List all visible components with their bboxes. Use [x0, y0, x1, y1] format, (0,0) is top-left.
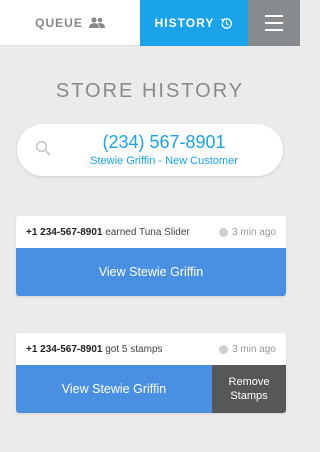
event-text: +1 234-567-8901 earned Tuna Slider [26, 227, 190, 238]
event-time: 3 min ago [219, 344, 276, 355]
search-customer: Stewie Griffin - New Customer [90, 155, 238, 167]
card-header: +1 234-567-8901 earned Tuna Slider 3 min… [16, 216, 286, 248]
clock-dot-icon [219, 227, 229, 237]
remove-stamps-button[interactable]: Remove Stamps [212, 365, 286, 413]
clock-dot-icon [219, 344, 229, 354]
event-action: earned Tuna Slider [105, 226, 190, 238]
tab-queue[interactable]: QUEUE [0, 0, 140, 46]
customer-search[interactable]: (234) 567-8901 Stewie Griffin - New Cust… [17, 124, 283, 176]
view-customer-button[interactable]: View Stewie Griffin [16, 248, 286, 296]
event-action: got 5 stamps [105, 343, 163, 355]
hamburger-icon [265, 15, 283, 17]
history-clock-icon [220, 17, 233, 30]
card-actions: View Stewie Griffin Remove Stamps [16, 365, 286, 413]
event-text: +1 234-567-8901 got 5 stamps [26, 344, 163, 355]
tab-queue-label: QUEUE [35, 15, 83, 30]
page-title: STORE HISTORY [55, 80, 245, 102]
search-phone: (234) 567-8901 [102, 132, 226, 152]
menu-button[interactable] [248, 0, 300, 46]
event-time-label: 3 min ago [232, 343, 276, 355]
card-header: +1 234-567-8901 got 5 stamps 3 min ago [16, 333, 286, 365]
people-icon [88, 16, 105, 29]
tab-history-label: HISTORY [154, 16, 215, 30]
history-card: +1 234-567-8901 got 5 stamps 3 min ago V… [16, 333, 286, 413]
view-customer-button[interactable]: View Stewie Griffin [16, 365, 212, 413]
event-phone: +1 234-567-8901 [26, 226, 103, 238]
top-nav: QUEUE HISTORY [0, 0, 300, 46]
event-phone: +1 234-567-8901 [26, 343, 103, 355]
tab-history[interactable]: HISTORY [140, 0, 248, 46]
history-card: +1 234-567-8901 earned Tuna Slider 3 min… [16, 216, 286, 296]
event-time-label: 3 min ago [232, 226, 276, 238]
event-time: 3 min ago [219, 227, 276, 238]
